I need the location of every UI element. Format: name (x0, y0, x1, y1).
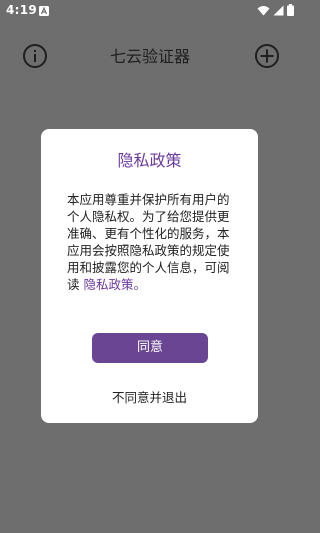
disagree-exit-button[interactable]: 不同意并退出 (41, 387, 258, 406)
dialog-body: 本应用尊重并保护所有用户的个人隐私权。为了给您提供更准确、更有个性化的服务，本应… (67, 191, 240, 293)
status-time: 4:19 (6, 3, 38, 17)
battery-icon (287, 4, 294, 19)
privacy-policy-link[interactable]: 隐私政策。 (84, 277, 147, 292)
status-bar: 4:19 (0, 0, 300, 22)
notification-icon (39, 5, 49, 16)
app-bar: 七云验证器 (0, 30, 300, 78)
signal-icon (273, 5, 284, 19)
privacy-dialog: 隐私政策 本应用尊重并保护所有用户的个人隐私权。为了给您提供更准确、更有个性化的… (41, 129, 258, 423)
agree-button[interactable]: 同意 (92, 333, 208, 363)
wifi-icon (257, 5, 270, 19)
add-icon[interactable] (254, 43, 280, 69)
dialog-title: 隐私政策 (117, 151, 182, 170)
